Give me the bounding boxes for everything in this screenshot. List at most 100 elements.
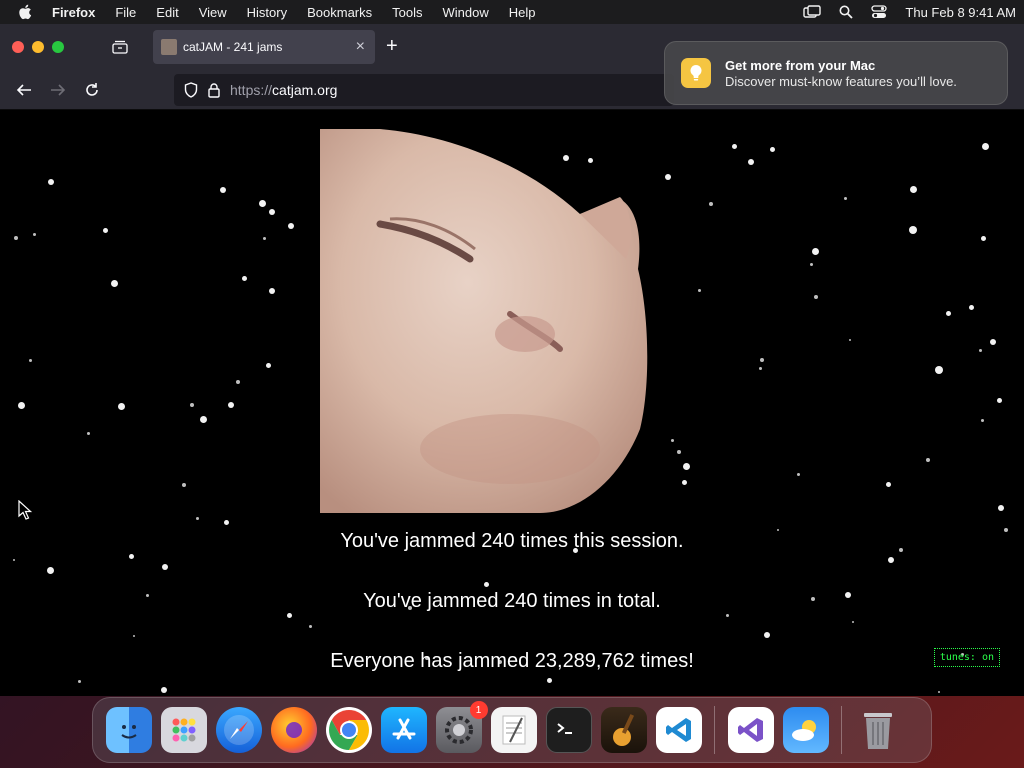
star: [48, 179, 54, 185]
star: [849, 339, 851, 341]
reload-icon[interactable]: [82, 80, 102, 100]
star: [228, 402, 234, 408]
star: [288, 223, 294, 229]
star: [262, 236, 266, 240]
forward-arrow-icon[interactable]: [48, 80, 68, 100]
catjam-page: You've jammed 240 times this session. Yo…: [0, 110, 1024, 696]
star: [681, 479, 687, 485]
star: [77, 679, 81, 683]
star: [990, 339, 996, 345]
finder-icon[interactable]: [105, 707, 152, 753]
star: [236, 380, 240, 384]
star: [195, 516, 199, 520]
menu-tools[interactable]: Tools: [392, 5, 422, 20]
star: [998, 505, 1004, 511]
dock: 1: [92, 697, 932, 763]
tab-overview-icon[interactable]: [110, 37, 130, 57]
star: [769, 146, 775, 152]
dock-separator: [841, 706, 842, 754]
new-tab-icon[interactable]: +: [386, 36, 398, 56]
tab-catjam[interactable]: catJAM - 241 jams ×: [153, 30, 375, 64]
star: [731, 143, 737, 149]
star: [980, 235, 986, 241]
star: [46, 566, 54, 574]
app-store-icon[interactable]: [380, 707, 427, 753]
star: [885, 481, 891, 487]
star: [709, 202, 713, 206]
menu-window[interactable]: Window: [443, 5, 489, 20]
star: [28, 358, 32, 362]
star: [86, 431, 90, 435]
back-arrow-icon[interactable]: [14, 80, 34, 100]
screen-mirroring-icon[interactable]: [803, 5, 822, 19]
star: [13, 559, 15, 561]
star: [14, 236, 18, 240]
spotlight-search-icon[interactable]: [839, 5, 854, 19]
menu-view[interactable]: View: [199, 5, 227, 20]
menu-bar: Firefox File Edit View History Bookmarks…: [0, 0, 1024, 24]
trash-icon[interactable]: [855, 707, 901, 753]
notification-subtitle: Discover must-know features you’ll love.: [725, 73, 957, 89]
star: [909, 185, 917, 193]
system-settings-icon[interactable]: 1: [435, 701, 488, 753]
firefox-icon[interactable]: [270, 707, 317, 753]
notification-banner[interactable]: Get more from your Mac Discover must-kno…: [664, 41, 1008, 105]
star: [697, 288, 701, 292]
catjam-image: [320, 129, 648, 513]
star: [220, 187, 226, 193]
star: [980, 418, 984, 422]
star: [117, 402, 125, 410]
tracking-protection-shield-icon[interactable]: [184, 82, 198, 98]
star: [128, 553, 134, 559]
weather-icon[interactable]: [782, 707, 829, 753]
star: [546, 677, 552, 683]
star: [764, 632, 770, 638]
star: [938, 691, 940, 693]
star: [796, 472, 800, 476]
garageband-icon[interactable]: [600, 707, 647, 753]
safari-icon[interactable]: [215, 707, 262, 753]
menu-help[interactable]: Help: [509, 5, 536, 20]
star: [935, 366, 943, 374]
url-scheme: https://: [230, 82, 273, 98]
chrome-icon[interactable]: [325, 707, 372, 753]
zoom-window-button[interactable]: [52, 41, 64, 53]
star: [269, 288, 275, 294]
minimize-window-button[interactable]: [32, 41, 44, 53]
window-controls: [12, 41, 64, 53]
url-bar[interactable]: https:// catjam.org: [174, 74, 674, 106]
dock-separator: [714, 706, 715, 754]
star: [102, 227, 108, 233]
launchpad-icon[interactable]: [160, 707, 207, 753]
tab-title: catJAM - 241 jams: [183, 40, 283, 54]
menubar-clock[interactable]: Thu Feb 8 9:41 AM: [905, 5, 1016, 20]
star: [162, 564, 168, 570]
menu-app-name[interactable]: Firefox: [52, 5, 95, 20]
star: [182, 483, 186, 487]
menu-file[interactable]: File: [115, 5, 136, 20]
vscode-icon[interactable]: [655, 707, 702, 753]
close-tab-icon[interactable]: ×: [356, 39, 365, 55]
textedit-icon[interactable]: [490, 707, 537, 753]
star: [223, 519, 229, 525]
star: [110, 279, 118, 287]
menu-bookmarks[interactable]: Bookmarks: [307, 5, 372, 20]
star: [483, 581, 489, 587]
visual-studio-icon[interactable]: [727, 707, 774, 753]
star: [748, 159, 754, 165]
close-window-button[interactable]: [12, 41, 24, 53]
terminal-icon[interactable]: [545, 707, 592, 753]
control-center-icon[interactable]: [871, 5, 888, 19]
menu-history[interactable]: History: [247, 5, 287, 20]
lock-icon[interactable]: [208, 82, 220, 98]
star: [809, 262, 813, 266]
star: [17, 401, 25, 409]
star: [161, 687, 167, 693]
star: [981, 142, 989, 150]
star: [725, 613, 729, 617]
star: [945, 310, 951, 316]
tunes-toggle[interactable]: tunes: on: [933, 648, 1000, 667]
menu-edit[interactable]: Edit: [156, 5, 178, 20]
star: [677, 450, 681, 454]
apple-icon[interactable]: [18, 4, 34, 20]
